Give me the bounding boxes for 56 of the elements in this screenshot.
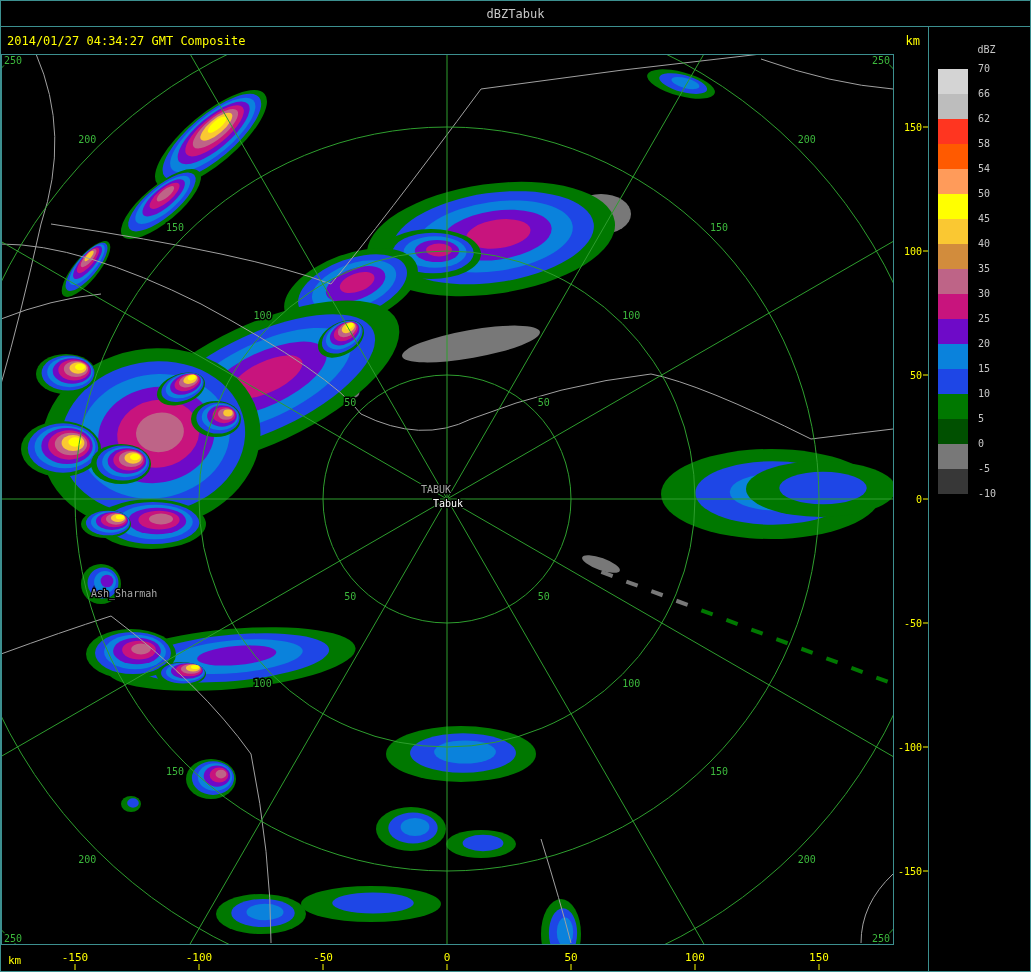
ring-label: 150 [710, 221, 729, 233]
axis-tick-label: -50 [903, 618, 922, 629]
ring-label: 50 [344, 590, 357, 602]
legend-title: dBZ [976, 43, 997, 57]
legend-label: 54 [978, 163, 991, 175]
axis-tick-label: -100 [185, 951, 213, 964]
axis-tick-label: 50 [909, 370, 922, 381]
ring-label: 200 [78, 853, 97, 865]
legend-label: 58 [978, 138, 991, 150]
legend-label: 66 [978, 88, 991, 100]
axis-tick-label: 50 [564, 951, 578, 964]
ring-label: 100 [622, 309, 641, 321]
ring-label: 100 [622, 678, 641, 690]
axis-tick-label: 0 [915, 494, 922, 505]
axis-tick-label: 0 [443, 951, 451, 964]
ring-label: 250 [871, 933, 891, 944]
axis-tick-label: -100 [897, 742, 922, 753]
legend-label: 35 [978, 263, 991, 275]
ring-label: 100 [253, 309, 272, 321]
ring-label: 150 [165, 766, 184, 778]
legend-label: 45 [978, 213, 991, 225]
ring-label: 200 [797, 134, 816, 146]
ring-label: 200 [78, 134, 97, 146]
legend-label: -5 [978, 463, 991, 475]
header-timestamp: 2014/01/27 04:34:27 GMT Composite [7, 33, 246, 48]
legend-label: 10 [978, 388, 991, 400]
ring-label: 150 [710, 766, 729, 778]
unit-label: km [905, 33, 920, 48]
legend-label: 50 [978, 188, 991, 200]
legend-label: 30 [978, 288, 991, 300]
legend-label: 25 [978, 313, 991, 325]
window-title: dBZTabuk [486, 6, 545, 21]
legend-label: 15 [978, 363, 991, 375]
axis-tick-label: 100 [685, 951, 705, 964]
ring-label: 250 [871, 55, 891, 66]
axis-tick-label: 100 [903, 246, 922, 257]
axis-tick-label: -150 [61, 951, 89, 964]
ring-label: 200 [797, 853, 816, 865]
legend-label: 70 [978, 63, 991, 75]
legend-label: 5 [978, 413, 985, 425]
axis-tick-label: 150 [809, 951, 829, 964]
ring-label: 50 [537, 397, 550, 409]
unit-label: km [8, 954, 22, 967]
place-label: Tabuk [433, 498, 464, 509]
legend-label: 40 [978, 238, 991, 250]
legend-label: 0 [978, 438, 985, 450]
legend-label: 20 [978, 338, 991, 350]
ring-label: 250 [3, 933, 23, 944]
ring-label: 150 [165, 221, 184, 233]
legend-label: -10 [978, 488, 998, 499]
ring-label: 250 [3, 55, 23, 66]
axis-tick-label: -150 [897, 866, 922, 877]
axis-tick-label: 150 [903, 122, 922, 133]
legend-label: 62 [978, 113, 991, 125]
ring-label: 50 [537, 590, 550, 602]
axis-tick-label: -50 [313, 951, 333, 964]
